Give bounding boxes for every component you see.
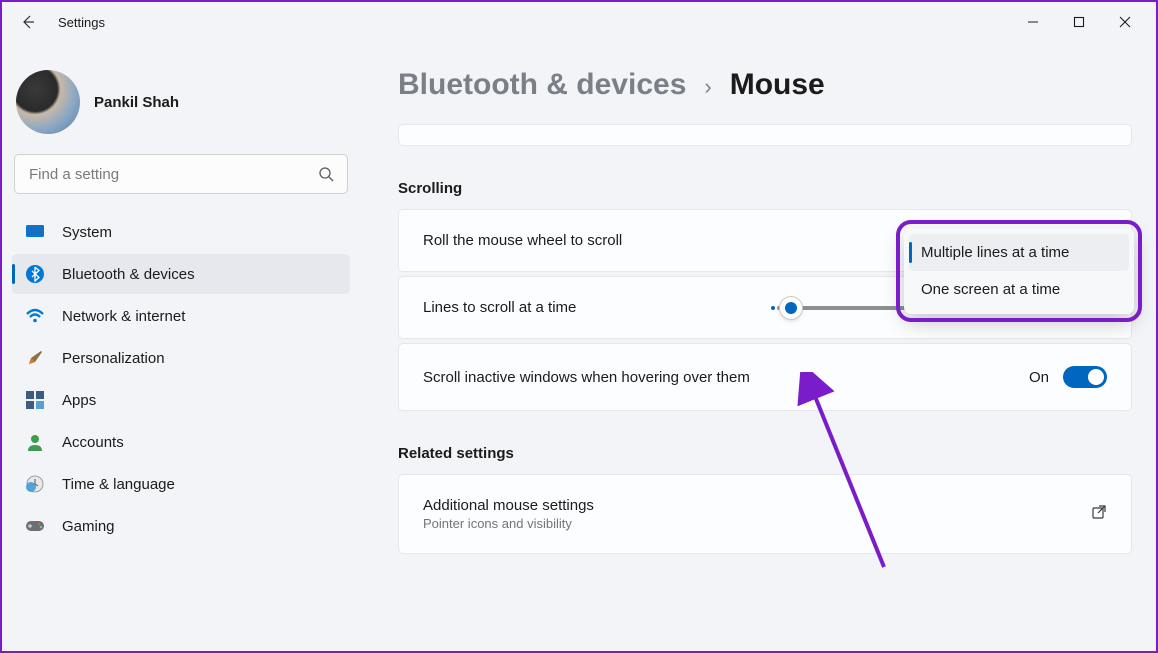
clock-globe-icon bbox=[24, 473, 46, 495]
dropdown-option-multiple-lines[interactable]: Multiple lines at a time bbox=[909, 234, 1129, 271]
sidebar-item-apps[interactable]: Apps bbox=[12, 380, 350, 420]
minimize-icon bbox=[1027, 16, 1039, 28]
sidebar-item-time[interactable]: Time & language bbox=[12, 464, 350, 504]
sidebar: Pankil Shah System Bluetooth & devices N… bbox=[2, 42, 360, 651]
roll-wheel-dropdown[interactable]: Multiple lines at a time One screen at a… bbox=[904, 228, 1134, 314]
back-button[interactable] bbox=[10, 4, 46, 40]
sidebar-item-bluetooth[interactable]: Bluetooth & devices bbox=[12, 254, 350, 294]
gamepad-icon bbox=[24, 515, 46, 537]
maximize-button[interactable] bbox=[1056, 6, 1102, 38]
additional-mouse-settings-link[interactable]: Additional mouse settings Pointer icons … bbox=[398, 474, 1132, 554]
sidebar-item-label: Bluetooth & devices bbox=[62, 266, 195, 283]
setting-scroll-inactive: Scroll inactive windows when hovering ov… bbox=[398, 343, 1132, 411]
section-heading-related: Related settings bbox=[398, 445, 1132, 462]
arrow-left-icon bbox=[20, 14, 36, 30]
search-input[interactable] bbox=[14, 154, 348, 194]
titlebar: Settings bbox=[2, 2, 1156, 42]
minimize-button[interactable] bbox=[1010, 6, 1056, 38]
setting-label: Scroll inactive windows when hovering ov… bbox=[423, 369, 1029, 386]
sidebar-item-label: Accounts bbox=[62, 434, 124, 451]
sidebar-item-label: Gaming bbox=[62, 518, 115, 535]
sidebar-item-label: Time & language bbox=[62, 476, 175, 493]
setting-label: Lines to scroll at a time bbox=[423, 299, 777, 316]
brush-icon bbox=[24, 347, 46, 369]
window-controls bbox=[1010, 6, 1148, 38]
dropdown-option-one-screen[interactable]: One screen at a time bbox=[909, 271, 1129, 308]
toggle-state-label: On bbox=[1029, 369, 1049, 386]
card-partial bbox=[398, 124, 1132, 146]
search-wrapper bbox=[14, 154, 348, 194]
external-link-icon bbox=[1091, 504, 1107, 525]
sidebar-item-label: System bbox=[62, 224, 112, 241]
section-heading-scrolling: Scrolling bbox=[398, 180, 1132, 197]
sidebar-item-personalization[interactable]: Personalization bbox=[12, 338, 350, 378]
app-title: Settings bbox=[58, 15, 105, 30]
close-button[interactable] bbox=[1102, 6, 1148, 38]
bluetooth-icon bbox=[24, 263, 46, 285]
maximize-icon bbox=[1073, 16, 1085, 28]
sidebar-item-network[interactable]: Network & internet bbox=[12, 296, 350, 336]
scroll-inactive-toggle[interactable] bbox=[1063, 366, 1107, 388]
sidebar-item-system[interactable]: System bbox=[12, 212, 350, 252]
sidebar-item-label: Apps bbox=[62, 392, 96, 409]
person-icon bbox=[24, 431, 46, 453]
sidebar-item-label: Personalization bbox=[62, 350, 165, 367]
main-content: Bluetooth & devices › Mouse Scrolling Ro… bbox=[360, 42, 1156, 651]
sidebar-item-label: Network & internet bbox=[62, 308, 185, 325]
close-icon bbox=[1119, 16, 1131, 28]
chevron-right-icon: › bbox=[704, 74, 711, 100]
link-subtitle: Pointer icons and visibility bbox=[423, 516, 594, 531]
avatar bbox=[16, 70, 80, 134]
link-title: Additional mouse settings bbox=[423, 497, 594, 514]
wifi-icon bbox=[24, 305, 46, 327]
user-name: Pankil Shah bbox=[94, 94, 179, 111]
search-icon bbox=[318, 166, 334, 182]
sidebar-item-accounts[interactable]: Accounts bbox=[12, 422, 350, 462]
slider-tick bbox=[771, 306, 775, 310]
breadcrumb-parent[interactable]: Bluetooth & devices bbox=[398, 68, 686, 102]
page-title: Mouse bbox=[730, 68, 825, 102]
slider-thumb[interactable] bbox=[780, 297, 802, 319]
nav: System Bluetooth & devices Network & int… bbox=[12, 212, 350, 546]
apps-icon bbox=[24, 389, 46, 411]
profile[interactable]: Pankil Shah bbox=[12, 60, 350, 154]
breadcrumb: Bluetooth & devices › Mouse bbox=[398, 68, 1132, 102]
sidebar-item-gaming[interactable]: Gaming bbox=[12, 506, 350, 546]
system-icon bbox=[24, 221, 46, 243]
